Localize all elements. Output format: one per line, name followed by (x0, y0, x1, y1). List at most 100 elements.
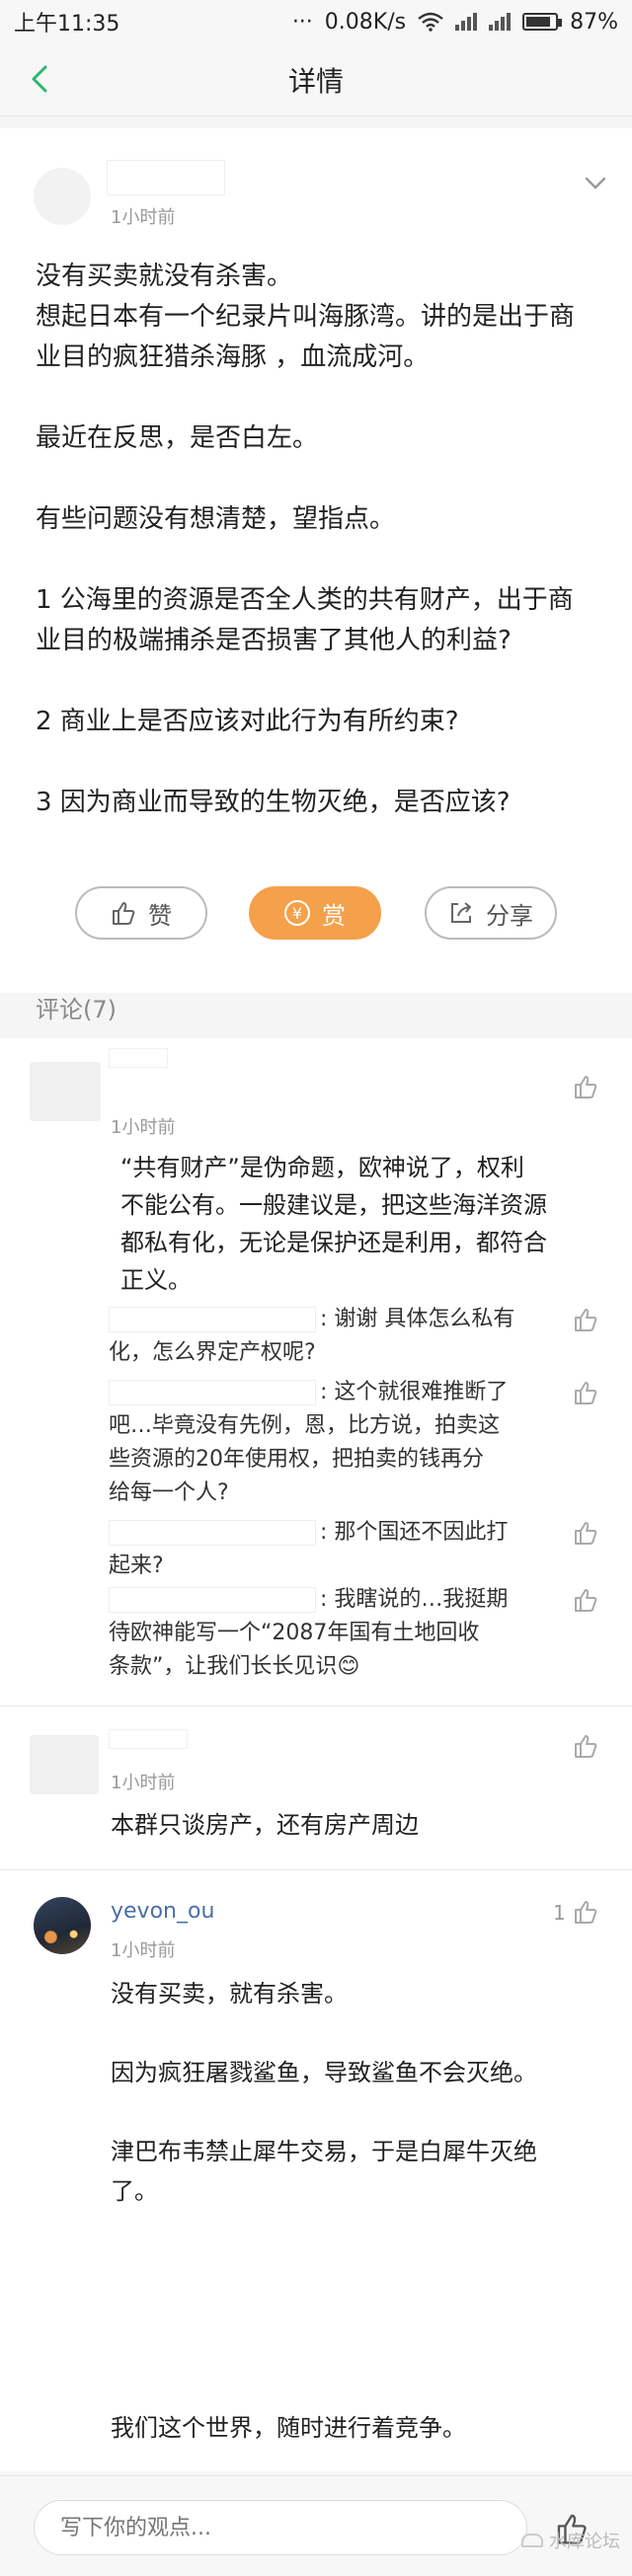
signal-icon (455, 13, 478, 31)
wifi-icon (418, 12, 443, 32)
thumbs-up-icon[interactable] (573, 1074, 598, 1099)
reply[interactable]: : 我瞎说的…我挺期 待欧神能写一个“2087年国有土地回收 条款”，让我们长长见识… (109, 1583, 563, 1684)
watermark-logo-icon (521, 2534, 543, 2547)
reply-text: 这个就很难推断了 (334, 1380, 509, 1404)
post-card: 1小时前 没有买卖就没有杀害。 想起日本有一个纪录片叫海豚湾。讲的是出于商 业目的疯… (0, 128, 632, 993)
thumbs-up-icon[interactable] (573, 1380, 598, 1405)
comment-input-wrapper[interactable] (34, 2500, 527, 2555)
thumbs-up-icon[interactable] (573, 1307, 598, 1332)
comment-text: “共有财产”是伪命题，欧神说了，权利 不能公有。一般建议是，把这些海洋资源 都私有化… (120, 1149, 585, 1299)
post-line: 有些问题没有想清楚，望指点。 (36, 504, 396, 534)
reply-line: 条款”，让我们长长见识😊 (109, 1654, 360, 1679)
status-time: 上午11:35 (14, 12, 120, 37)
reply-colon: : (320, 1307, 335, 1331)
reply-author[interactable] (109, 1587, 316, 1613)
post-line: 业目的极端捕杀是否损害了其他人的利益? (36, 626, 512, 655)
commenter-avatar[interactable] (30, 1735, 99, 1794)
page-title: 详情 (287, 64, 344, 98)
battery-fill (526, 17, 551, 27)
reward-button[interactable]: ¥ 赏 (249, 886, 381, 940)
reply-author[interactable] (109, 1307, 316, 1332)
reply-first-line: : 这个就很难推断了 (109, 1376, 563, 1409)
post-line: 1 公海里的资源是否全人类的共有财产，出于商 (36, 585, 574, 615)
thumbs-up-icon[interactable] (573, 1733, 598, 1759)
post-line: 最近在反思，是否白左。 (36, 423, 319, 453)
commenter-name[interactable] (109, 1048, 168, 1068)
reply[interactable]: : 这个就很难推断了 吧…毕竟没有先例，恩，比方说，拍卖这 些资源的20年使用权，把… (109, 1376, 563, 1510)
comment-text: 没有买卖，就有杀害。因为疯狂屠戮鲨鱼，导致鲨鱼不会灭绝。 津巴布韦禁止犀牛交易，于… (111, 1974, 594, 2527)
watermark: 水库论坛 (521, 2528, 620, 2553)
comment-line: 了。 (111, 2177, 158, 2205)
reply-first-line: : 那个国还不因此打 (109, 1516, 563, 1550)
reply-text: 那个国还不因此打 (334, 1520, 509, 1545)
comment-line: 津巴布韦禁止犀牛交易，于是白犀牛灭绝 (111, 2138, 537, 2165)
comment-line: 都私有化，无论是保护还是利用，都符合 (120, 1229, 547, 1256)
signal-icon-2 (489, 13, 512, 31)
comment-line: 不能公有。一般建议是，把这些海洋资源 (120, 1191, 547, 1219)
comment-line: 因为疯狂屠戮鲨鱼，导致鲨鱼不会灭绝。 (111, 2059, 537, 2086)
reply[interactable]: : 那个国还不因此打 起来? (109, 1516, 563, 1583)
reply-line: 些资源的20年使用权，把拍卖的钱再分 (109, 1447, 484, 1472)
post-line: 2 商业上是否应该对此行为有所约束? (36, 707, 459, 736)
share-button[interactable]: 分享 (425, 886, 557, 940)
share-label: 分享 (486, 901, 533, 930)
like-button[interactable]: 赞 (75, 886, 207, 940)
divider (0, 1705, 632, 1706)
comment-line: 没有买卖，就有杀害。 (111, 1980, 348, 2008)
post-line: 3 因为商业而导致的生物灭绝，是否应该? (36, 788, 511, 817)
commenter-avatar[interactable] (34, 1897, 91, 1954)
comments-list: 1小时前 “共有财产”是伪命题，欧神说了，权利 不能公有。一般建议是，把这些海洋资… (0, 1038, 632, 2521)
like-count: 1 (553, 1901, 566, 1925)
commenter-name[interactable]: yevon_ou (111, 1899, 214, 1924)
thumbs-up-icon[interactable] (573, 1899, 598, 1925)
divider (0, 1869, 632, 1870)
comment-time: 1小时前 (111, 1117, 176, 1138)
reply-author[interactable] (109, 1380, 316, 1405)
comment-text: 本群只谈房产，还有房产周边 (111, 1806, 575, 1844)
thumbs-up-icon[interactable] (573, 1520, 598, 1546)
reply-line: 化，怎么界定产权呢? (109, 1340, 316, 1365)
reply-colon: : (320, 1520, 335, 1545)
comment-line: 本群只谈房产，还有房产周边 (111, 1811, 419, 1839)
reward-label: 赏 (322, 901, 346, 930)
thumbs-up-icon (113, 902, 135, 925)
author-avatar[interactable] (34, 168, 91, 225)
yen-icon: ¥ (284, 900, 310, 926)
author-name[interactable] (107, 160, 225, 195)
post-body: 没有买卖就没有杀害。 想起日本有一个纪录片叫海豚湾。讲的是出于商 业目的疯狂猎杀海豚… (36, 257, 598, 823)
reply-first-line: : 我瞎说的…我挺期 (109, 1583, 563, 1617)
nav-bar: 详情 (0, 43, 632, 116)
reply[interactable]: : 谢谢 具体怎么私有 化，怎么界定产权呢? (109, 1303, 563, 1370)
reply-text: 谢谢 具体怎么私有 (334, 1307, 515, 1331)
comment-input[interactable] (60, 2515, 501, 2540)
comment-time: 1小时前 (111, 1773, 176, 1793)
status-icons: ··· 0.08K/s 87% (292, 10, 618, 35)
reply-author[interactable] (109, 1520, 316, 1546)
post-line: 业目的疯狂猎杀海豚 ，血流成河。 (36, 342, 430, 372)
commenter-avatar[interactable] (30, 1062, 101, 1121)
like-label: 赞 (148, 901, 172, 930)
back-arrow-icon[interactable] (22, 59, 61, 99)
network-speed: 0.08K/s (324, 9, 407, 35)
comment-time: 1小时前 (111, 1940, 176, 1961)
reply-colon: : (320, 1380, 335, 1404)
watermark-text: 水库论坛 (549, 2532, 620, 2552)
post-time: 1小时前 (111, 207, 176, 228)
thumbs-up-icon[interactable] (573, 1587, 598, 1613)
battery-percent: 87% (570, 9, 618, 35)
commenter-name[interactable] (109, 1729, 188, 1749)
post-line: 想起日本有一个纪录片叫海豚湾。讲的是出于商 (36, 302, 576, 332)
status-dots: ··· (291, 9, 313, 35)
comments-header: 评论(7) (36, 996, 117, 1023)
chevron-down-icon[interactable] (581, 168, 610, 197)
